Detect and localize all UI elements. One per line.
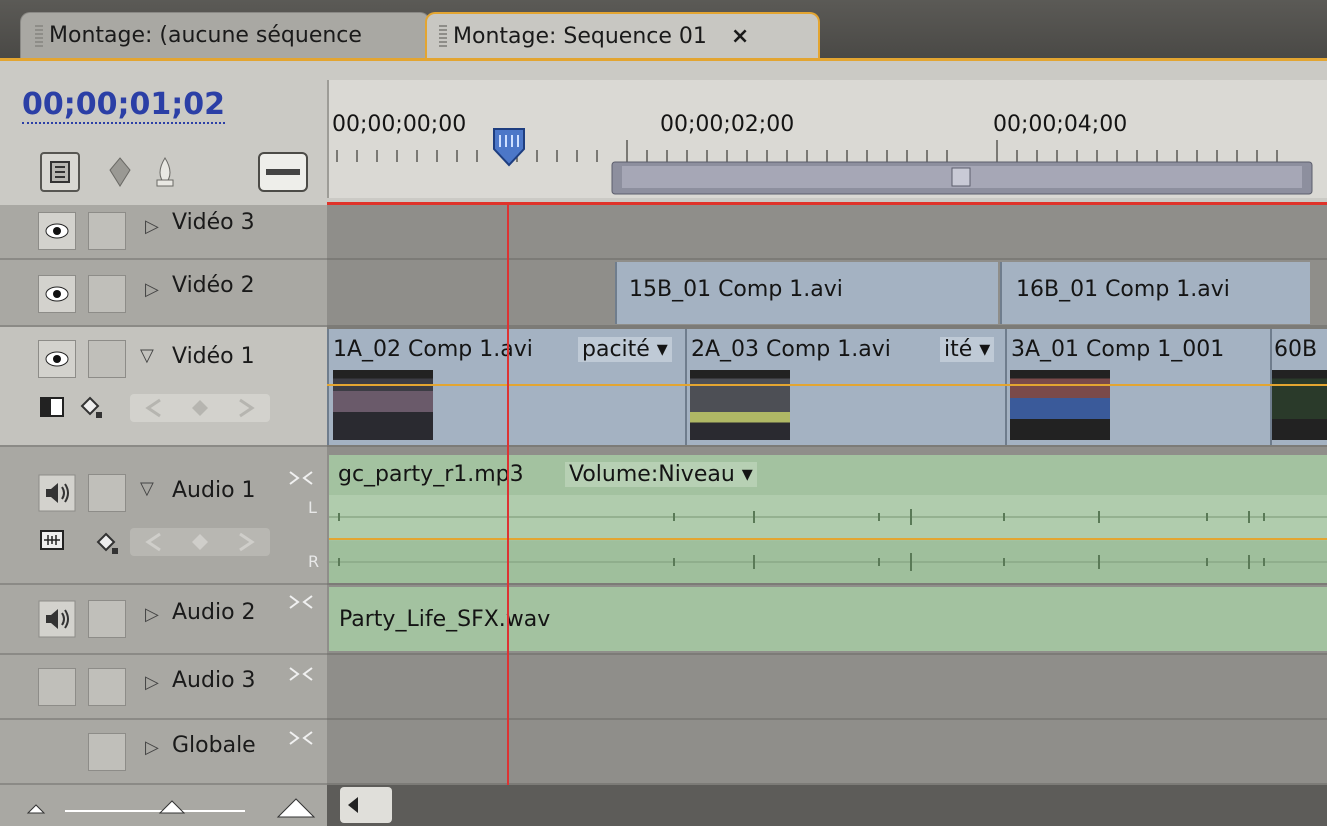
track-name: Vidéo 3 bbox=[172, 210, 255, 235]
marker-icon bbox=[109, 157, 131, 187]
audio-waveform bbox=[329, 495, 1327, 583]
speaker-icon[interactable] bbox=[38, 474, 76, 512]
ruler-ticks bbox=[336, 140, 1313, 195]
expand-triangle-icon[interactable]: ▷ bbox=[145, 604, 159, 625]
sync-lock-icon[interactable] bbox=[286, 468, 316, 488]
track-header-audio-1 bbox=[0, 447, 327, 585]
clip-label: Party_Life_SFX.wav bbox=[339, 607, 551, 632]
opacity-line[interactable] bbox=[327, 384, 1327, 386]
keyframe-menu-icon[interactable] bbox=[92, 528, 122, 558]
snap-icon bbox=[50, 161, 70, 183]
clip-15b[interactable]: 15B_01 Comp 1.avi bbox=[615, 262, 998, 324]
waveform-display-icon[interactable] bbox=[38, 526, 68, 556]
track-header-globale bbox=[0, 720, 327, 785]
opacity-menu[interactable]: ité ▾ bbox=[940, 337, 995, 362]
track-name: Vidéo 1 bbox=[172, 344, 255, 369]
track-name: Audio 1 bbox=[172, 478, 256, 503]
opacity-menu[interactable]: pacité ▾ bbox=[578, 337, 672, 362]
eye-icon bbox=[45, 351, 69, 367]
speaker-icon[interactable] bbox=[38, 600, 76, 638]
sync-lock-icon[interactable] bbox=[286, 664, 316, 684]
keyframe-navigator[interactable] bbox=[130, 392, 270, 424]
close-icon[interactable]: × bbox=[731, 24, 749, 49]
add-marker-button[interactable] bbox=[145, 152, 185, 192]
lock-track-button[interactable] bbox=[88, 474, 126, 512]
expand-triangle-icon[interactable]: ▷ bbox=[145, 279, 159, 300]
set-marker-button[interactable] bbox=[100, 152, 140, 192]
toggle-output-button[interactable] bbox=[38, 275, 76, 313]
clip-label: gc_party_r1.mp3 bbox=[338, 462, 524, 487]
clip-label: 16B_01 Comp 1.avi bbox=[1016, 277, 1230, 302]
tab-label: Montage: (aucune séquence bbox=[49, 23, 362, 48]
tab-montage-no-sequence[interactable]: Montage: (aucune séquence bbox=[20, 12, 430, 58]
ruler-label: 00;00;00;00 bbox=[332, 112, 467, 137]
lock-track-button[interactable] bbox=[88, 340, 126, 378]
track-lane-audio-3[interactable] bbox=[327, 655, 1327, 720]
collapse-triangle-icon[interactable]: ▽ bbox=[140, 478, 154, 499]
keyframe-navigator[interactable] bbox=[130, 526, 270, 558]
snap-button[interactable] bbox=[40, 152, 80, 192]
clip-party-life[interactable]: Party_Life_SFX.wav bbox=[329, 587, 1327, 651]
expand-triangle-icon[interactable]: ▷ bbox=[145, 737, 159, 758]
track-lane-video-3[interactable] bbox=[327, 205, 1327, 260]
track-name: Globale bbox=[172, 733, 256, 758]
track-name: Audio 3 bbox=[172, 668, 256, 693]
track-name: Vidéo 2 bbox=[172, 273, 255, 298]
eye-icon bbox=[45, 223, 69, 239]
clip-label: 2A_03 Comp 1.avi bbox=[691, 337, 891, 362]
lock-track-button[interactable] bbox=[88, 600, 126, 638]
channel-label-r: R bbox=[308, 552, 320, 571]
lock-track-button[interactable] bbox=[88, 212, 126, 250]
timecode-display[interactable]: 00;00;01;02 bbox=[22, 88, 225, 124]
expand-triangle-icon[interactable]: ▷ bbox=[145, 216, 159, 237]
clip-label: 3A_01 Comp 1_001 bbox=[1011, 337, 1225, 362]
droplet-icon bbox=[156, 157, 174, 187]
clip-label: 60B bbox=[1274, 337, 1318, 362]
toggle-output-button[interactable] bbox=[38, 212, 76, 250]
display-style-icon[interactable] bbox=[38, 392, 68, 422]
tab-montage-sequence-01[interactable]: Montage: Sequence 01 × bbox=[425, 12, 820, 58]
chevron-left-icon bbox=[348, 797, 358, 813]
playhead-line[interactable] bbox=[507, 205, 509, 785]
sync-lock-icon[interactable] bbox=[286, 728, 316, 748]
clip-thumbnail bbox=[1272, 370, 1327, 440]
keyframe-menu-icon[interactable] bbox=[76, 392, 106, 422]
clip-16b[interactable]: 16B_01 Comp 1.avi bbox=[1000, 262, 1310, 324]
playhead-handle[interactable] bbox=[490, 125, 528, 171]
volume-level-menu[interactable]: Volume:Niveau ▾ bbox=[565, 462, 757, 487]
tab-label: Montage: Sequence 01 bbox=[453, 23, 707, 49]
lock-track-button[interactable] bbox=[88, 733, 126, 771]
eye-icon bbox=[45, 286, 69, 302]
clip-thumbnail bbox=[690, 370, 790, 440]
sync-lock-icon[interactable] bbox=[286, 592, 316, 612]
scroll-left-button[interactable] bbox=[340, 787, 392, 823]
lock-track-button[interactable] bbox=[88, 275, 126, 313]
clip-thumbnail bbox=[333, 370, 433, 440]
grip-icon bbox=[439, 25, 447, 47]
zoom-slider[interactable] bbox=[20, 795, 320, 821]
grip-icon bbox=[35, 24, 43, 47]
toggle-output-button[interactable] bbox=[38, 668, 76, 706]
lock-track-button[interactable] bbox=[88, 668, 126, 706]
channel-label-l: L bbox=[308, 498, 317, 517]
ruler-label: 00;00;04;00 bbox=[993, 112, 1128, 137]
bar-icon bbox=[266, 169, 300, 175]
track-name: Audio 2 bbox=[172, 600, 256, 625]
toggle-output-button[interactable] bbox=[38, 340, 76, 378]
collapse-triangle-icon[interactable]: ▽ bbox=[140, 345, 154, 366]
clip-thumbnail bbox=[1010, 370, 1110, 440]
expand-triangle-icon[interactable]: ▷ bbox=[145, 672, 159, 693]
ruler-label: 00;00;02;00 bbox=[660, 112, 795, 137]
clip-label: 1A_02 Comp 1.avi bbox=[333, 337, 533, 362]
clip-label: 15B_01 Comp 1.avi bbox=[629, 277, 843, 302]
track-options-button[interactable] bbox=[258, 152, 308, 192]
track-lane-globale[interactable] bbox=[327, 720, 1327, 785]
